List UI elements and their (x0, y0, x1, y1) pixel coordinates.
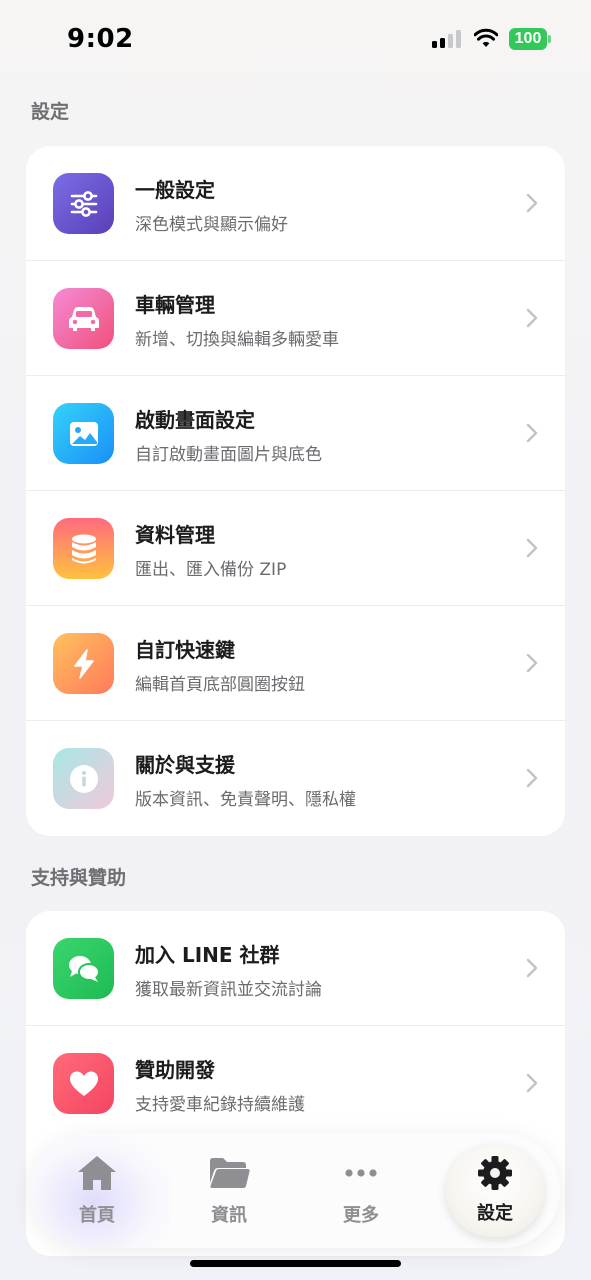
row-subtitle: 支持愛車紀錄持續維護 (135, 1095, 305, 1115)
row-subtitle: 編輯首頁底部圓圈按鈕 (135, 675, 305, 695)
settings-item-general[interactable]: 一般設定 深色模式與顯示偏好 (26, 146, 565, 261)
chevron-right-icon (526, 768, 538, 788)
settings-item-vehicles[interactable]: 車輛管理 新增、切換與編輯多輛愛車 (26, 261, 565, 376)
chevron-right-icon (526, 1073, 538, 1093)
row-subtitle: 深色模式與顯示偏好 (135, 215, 288, 235)
lightning-icon (53, 633, 114, 694)
more-icon (345, 1169, 377, 1177)
signal-icon (432, 30, 462, 48)
tab-more[interactable]: 更多 (306, 1133, 416, 1248)
chevron-right-icon (526, 653, 538, 673)
settings-card: 一般設定 深色模式與顯示偏好 車輛管理 新增、切換與編輯多輛愛車 啟動畫面設定 … (26, 146, 565, 836)
row-subtitle: 獲取最新資訊並交流討論 (135, 980, 322, 1000)
tab-home[interactable]: 首頁 (42, 1133, 152, 1248)
status-time: 9:02 (67, 24, 134, 54)
wifi-icon (474, 28, 498, 47)
image-icon (53, 403, 114, 464)
chevron-right-icon (526, 193, 538, 213)
database-icon (53, 518, 114, 579)
tab-label: 資訊 (211, 1205, 247, 1226)
heart-icon (53, 1053, 114, 1114)
row-title: 加入 LINE 社群 (135, 943, 280, 967)
chevron-right-icon (526, 538, 538, 558)
folder-icon (210, 1158, 250, 1188)
sliders-icon (53, 173, 114, 234)
car-icon (53, 288, 114, 349)
section-title-support: 支持與贊助 (31, 867, 127, 889)
row-title: 自訂快速鍵 (135, 638, 235, 662)
row-title: 關於與支援 (135, 753, 235, 777)
row-subtitle: 新增、切換與編輯多輛愛車 (135, 330, 339, 350)
section-title-settings: 設定 (31, 101, 70, 123)
settings-item-data[interactable]: 資料管理 匯出、匯入備份 ZIP (26, 491, 565, 606)
home-icon (78, 1156, 116, 1190)
tab-bar: 首頁 資訊 更多 設定 (31, 1133, 560, 1248)
chevron-right-icon (526, 958, 538, 978)
home-indicator (190, 1260, 401, 1267)
support-item-sponsor[interactable]: 贊助開發 支持愛車紀錄持續維護 (26, 1026, 565, 1141)
info-icon (53, 748, 114, 809)
settings-item-about[interactable]: 關於與支援 版本資訊、免責聲明、隱私權 (26, 721, 565, 836)
row-subtitle: 匯出、匯入備份 ZIP (135, 560, 287, 580)
settings-item-splash[interactable]: 啟動畫面設定 自訂啟動畫面圖片與底色 (26, 376, 565, 491)
gear-icon (478, 1156, 512, 1190)
chevron-right-icon (526, 308, 538, 328)
support-item-line[interactable]: 加入 LINE 社群 獲取最新資訊並交流討論 (26, 911, 565, 1026)
battery-icon: 100 (509, 28, 551, 50)
row-title: 啟動畫面設定 (135, 408, 255, 432)
row-subtitle: 自訂啟動畫面圖片與底色 (135, 445, 322, 465)
chat-icon (53, 938, 114, 999)
tab-settings[interactable]: 設定 (446, 1145, 544, 1237)
chevron-right-icon (526, 423, 538, 443)
status-bar: 9:02 100 (0, 0, 591, 80)
row-title: 車輛管理 (135, 293, 215, 317)
row-title: 資料管理 (135, 523, 215, 547)
battery-level: 100 (509, 28, 547, 50)
row-subtitle: 版本資訊、免責聲明、隱私權 (135, 790, 356, 810)
tab-label: 更多 (343, 1205, 379, 1226)
tab-label: 設定 (477, 1203, 513, 1224)
row-title: 贊助開發 (135, 1058, 215, 1082)
row-title: 一般設定 (135, 178, 215, 202)
settings-item-shortcuts[interactable]: 自訂快速鍵 編輯首頁底部圓圈按鈕 (26, 606, 565, 721)
tab-info[interactable]: 資訊 (174, 1133, 284, 1248)
tab-label: 首頁 (79, 1205, 115, 1226)
